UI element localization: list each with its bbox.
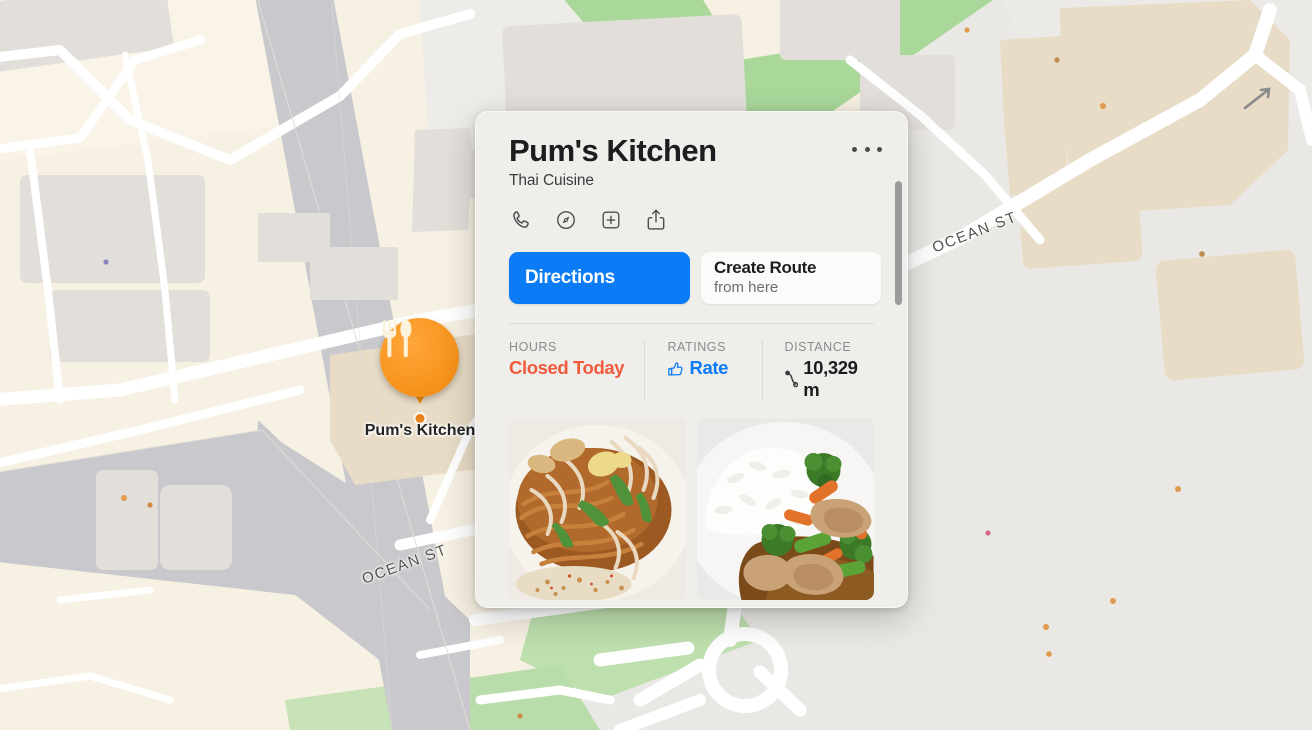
stat-ratings-value-wrap[interactable]: Rate [667, 357, 759, 379]
place-card[interactable]: Pum's Kitchen Thai Cuisine Directions Cr… [475, 111, 908, 608]
card-scrollbar[interactable] [895, 181, 902, 305]
stat-ratings-label: RATINGS [667, 340, 726, 355]
phone-icon[interactable] [509, 207, 533, 233]
pad-thai-illustration [509, 418, 686, 601]
more-options-button[interactable] [852, 138, 882, 160]
stat-ratings-value: Rate [689, 357, 728, 379]
action-icon-row [509, 207, 874, 233]
stat-distance: DISTANCE 10,329 m [761, 340, 874, 402]
share-icon[interactable] [644, 207, 668, 233]
directions-button[interactable]: Directions [509, 252, 690, 305]
stat-distance-value: 10,329 m [803, 357, 858, 401]
photo-gallery [509, 418, 874, 601]
stat-ratings[interactable]: RATINGS Rate [644, 340, 761, 402]
add-square-icon[interactable] [599, 207, 623, 233]
more-dot [864, 146, 870, 152]
pin-circle [380, 318, 459, 397]
directions-label: Directions [525, 267, 615, 289]
map-pin-label: Pum's Kitchen [364, 422, 476, 439]
food-photo-pad-thai[interactable] [509, 418, 686, 601]
more-dot [877, 146, 882, 152]
stirfry-illustration [697, 418, 874, 601]
route-icon [784, 371, 798, 388]
map-pin-pums-kitchen[interactable]: Pum's Kitchen [365, 318, 475, 439]
stats-row: HOURS Closed Today RATINGS Rate DISTANCE [476, 340, 907, 402]
divider [509, 323, 874, 325]
more-dot [852, 146, 857, 152]
route-button-row: Directions Create Route from here [509, 252, 881, 305]
stat-hours-value: Closed Today [509, 357, 625, 379]
food-photo-stirfry[interactable] [697, 418, 874, 601]
create-route-title: Create Route [714, 258, 817, 278]
create-route-subtitle: from here [714, 279, 779, 297]
stat-distance-value-wrap: 10,329 m [784, 357, 872, 401]
fork-knife-icon [381, 320, 412, 358]
thumbs-up-icon [668, 362, 684, 376]
stat-hours-label: HOURS [509, 340, 557, 355]
compass-icon[interactable] [554, 207, 578, 233]
place-subtitle: Thai Cuisine [509, 172, 594, 190]
stat-distance-label: DISTANCE [784, 340, 852, 355]
place-title: Pum's Kitchen [509, 133, 717, 168]
stat-hours: HOURS Closed Today [509, 340, 644, 401]
create-route-button[interactable]: Create Route from here [701, 252, 881, 305]
map-application: OCEAN ST OCEAN ST Pum's Kitchen Pum's Ki… [0, 0, 1312, 730]
